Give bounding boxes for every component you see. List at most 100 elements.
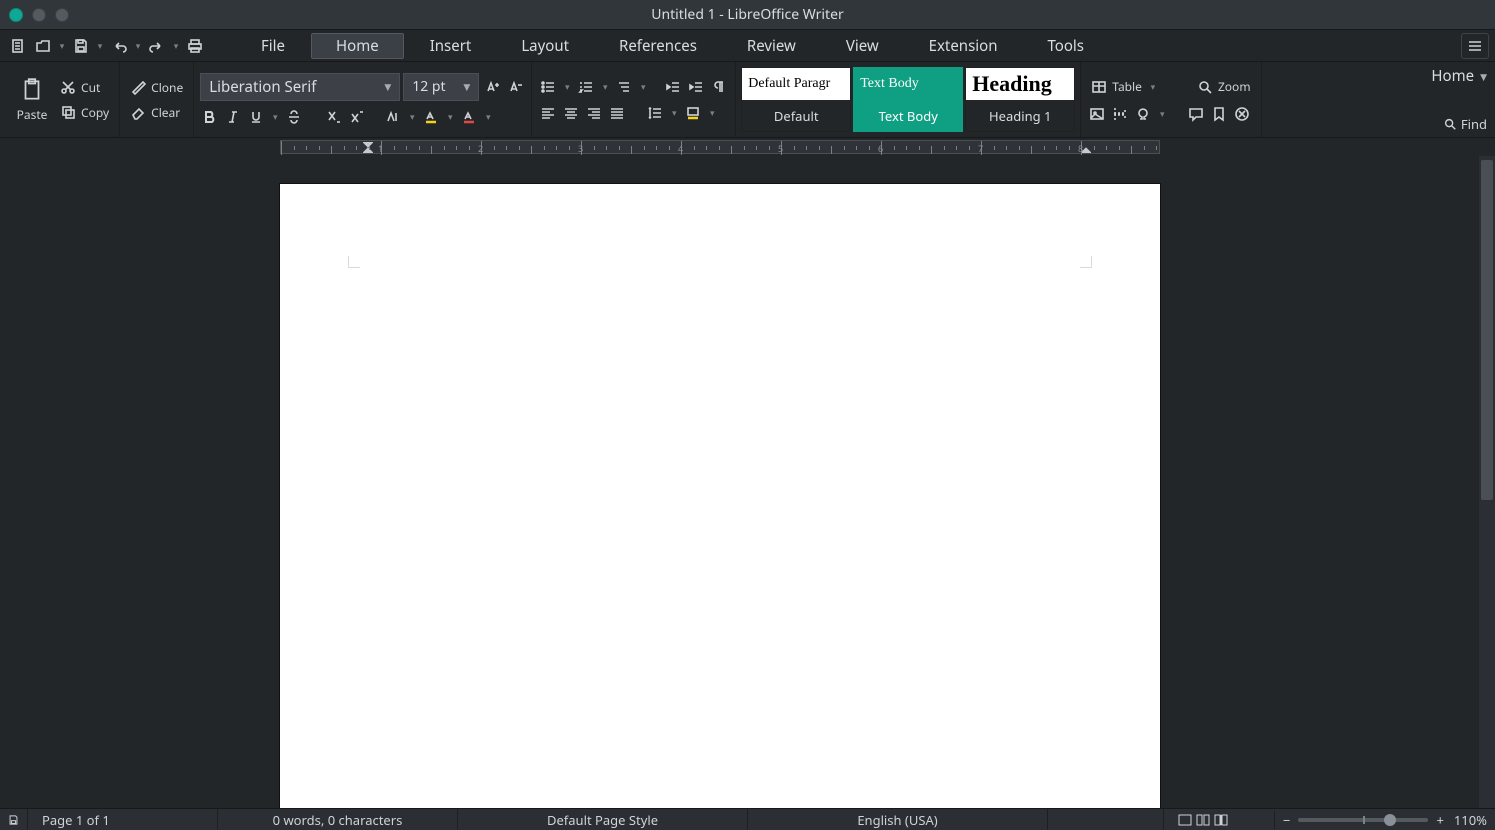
menu-review[interactable]: Review: [723, 33, 820, 59]
bullet-list-button[interactable]: [538, 77, 558, 97]
view-layout-buttons[interactable]: [1164, 809, 1274, 830]
table-icon: [1091, 79, 1107, 95]
underline-dropdown[interactable]: ▾: [269, 110, 281, 123]
indent-increase-button[interactable]: [686, 77, 706, 97]
find-button[interactable]: Find: [1443, 115, 1487, 133]
table-dropdown[interactable]: ▾: [1147, 80, 1159, 93]
char-spacing-dropdown[interactable]: ▾: [406, 110, 418, 123]
redo-dropdown[interactable]: ▾: [170, 39, 182, 52]
scrollbar-thumb[interactable]: [1481, 160, 1493, 500]
status-page[interactable]: Page 1 of 1: [28, 809, 218, 830]
cut-button[interactable]: Cut: [56, 76, 113, 98]
highlight-color-dropdown[interactable]: ▾: [444, 110, 456, 123]
undo-dropdown[interactable]: ▾: [132, 39, 144, 52]
menu-references[interactable]: References: [595, 33, 721, 59]
underline-button[interactable]: [246, 107, 266, 127]
zoom-slider[interactable]: [1298, 818, 1428, 822]
align-right-button[interactable]: [584, 103, 604, 123]
zoom-icon: [1197, 79, 1213, 95]
bold-button[interactable]: [200, 107, 220, 127]
font-color-button[interactable]: [459, 107, 479, 127]
save-icon[interactable]: [69, 34, 93, 58]
font-color-dropdown[interactable]: ▾: [482, 110, 494, 123]
outline-list-dropdown[interactable]: ▾: [637, 80, 649, 93]
redo-icon[interactable]: [145, 34, 169, 58]
scissors-icon: [60, 79, 76, 95]
indent-decrease-button[interactable]: [663, 77, 683, 97]
align-left-button[interactable]: [538, 103, 558, 123]
italic-button[interactable]: [223, 107, 243, 127]
style-default[interactable]: Default Paragr Default: [741, 67, 851, 132]
image-button[interactable]: [1087, 104, 1107, 124]
copy-button[interactable]: Copy: [56, 101, 113, 123]
save-dropdown[interactable]: ▾: [94, 39, 106, 52]
statusbar: Page 1 of 1 0 words, 0 characters Defaul…: [0, 808, 1495, 830]
menu-insert[interactable]: Insert: [406, 33, 496, 59]
strike-button[interactable]: [284, 107, 304, 127]
bookmark-button[interactable]: [1209, 104, 1229, 124]
copy-icon: [60, 104, 76, 120]
clone-formatting-button[interactable]: Clone: [126, 76, 187, 98]
para-bgcolor-dropdown[interactable]: ▾: [706, 106, 718, 119]
clear-formatting-button[interactable]: Clear: [126, 101, 187, 123]
comment-button[interactable]: [1186, 104, 1206, 124]
hamburger-button[interactable]: [1461, 33, 1489, 59]
open-icon[interactable]: [31, 34, 55, 58]
document-area[interactable]: [0, 156, 1479, 808]
special-char-button[interactable]: [1133, 104, 1153, 124]
menubar: ▾ ▾ ▾ ▾ File Home Insert Layout Referenc…: [0, 30, 1495, 62]
align-justify-button[interactable]: [607, 103, 627, 123]
menu-tools[interactable]: Tools: [1023, 33, 1108, 59]
save-status-icon[interactable]: [0, 809, 28, 830]
table-button[interactable]: Table▾: [1087, 76, 1163, 98]
special-char-dropdown[interactable]: ▾: [1156, 107, 1168, 120]
cross-ref-button[interactable]: [1232, 104, 1252, 124]
menu-extension[interactable]: Extension: [905, 33, 1022, 59]
number-list-dropdown[interactable]: ▾: [599, 80, 611, 93]
paste-icon: [19, 77, 45, 103]
para-bgcolor-button[interactable]: [683, 103, 703, 123]
font-name-combo[interactable]: Liberation Serif▼: [200, 73, 400, 101]
menu-view[interactable]: View: [822, 33, 903, 59]
highlight-color-button[interactable]: [421, 107, 441, 127]
outline-list-button[interactable]: [614, 77, 634, 97]
status-wordcount[interactable]: 0 words, 0 characters: [218, 809, 458, 830]
style-gallery: Default Paragr Default Text Body Text Bo…: [739, 65, 1077, 134]
style-text-body[interactable]: Text Body Text Body: [853, 67, 963, 132]
shrink-font-button[interactable]: [505, 77, 525, 97]
open-dropdown[interactable]: ▾: [56, 39, 68, 52]
status-pagestyle[interactable]: Default Page Style: [458, 809, 748, 830]
font-size-combo[interactable]: 12 pt▼: [403, 73, 479, 101]
align-center-button[interactable]: [561, 103, 581, 123]
zoom-button[interactable]: Zoom: [1193, 76, 1255, 98]
paste-button[interactable]: Paste: [10, 64, 54, 135]
style-heading1[interactable]: Heading Heading 1: [965, 67, 1075, 132]
superscript-button[interactable]: [347, 107, 367, 127]
new-doc-icon[interactable]: [6, 34, 30, 58]
menu-home[interactable]: Home: [311, 33, 404, 59]
vertical-scrollbar[interactable]: [1479, 156, 1495, 808]
titlebar: Untitled 1 - LibreOffice Writer: [0, 0, 1495, 30]
bullet-list-dropdown[interactable]: ▾: [561, 80, 573, 93]
status-spacer: [1048, 809, 1164, 830]
zoom-out-button[interactable]: −: [1283, 811, 1290, 829]
print-icon[interactable]: [183, 34, 207, 58]
page[interactable]: [280, 184, 1160, 808]
line-spacing-dropdown[interactable]: ▾: [668, 106, 680, 119]
number-list-button[interactable]: [576, 77, 596, 97]
ribbon: Paste Cut Copy Clone Clear Liberation Se…: [0, 62, 1495, 138]
horizontal-ruler[interactable]: 12345678: [280, 140, 1160, 154]
grow-font-button[interactable]: [482, 77, 502, 97]
context-tab[interactable]: Home▼: [1431, 66, 1487, 86]
formatting-marks-button[interactable]: [709, 77, 729, 97]
menu-layout[interactable]: Layout: [497, 33, 593, 59]
undo-icon[interactable]: [107, 34, 131, 58]
page-break-button[interactable]: [1110, 104, 1130, 124]
zoom-level[interactable]: 110%: [1454, 811, 1487, 829]
char-spacing-button[interactable]: [383, 107, 403, 127]
menu-file[interactable]: File: [237, 33, 309, 59]
line-spacing-button[interactable]: [645, 103, 665, 123]
subscript-button[interactable]: [324, 107, 344, 127]
status-language[interactable]: English (USA): [748, 809, 1048, 830]
zoom-in-button[interactable]: +: [1436, 811, 1443, 829]
